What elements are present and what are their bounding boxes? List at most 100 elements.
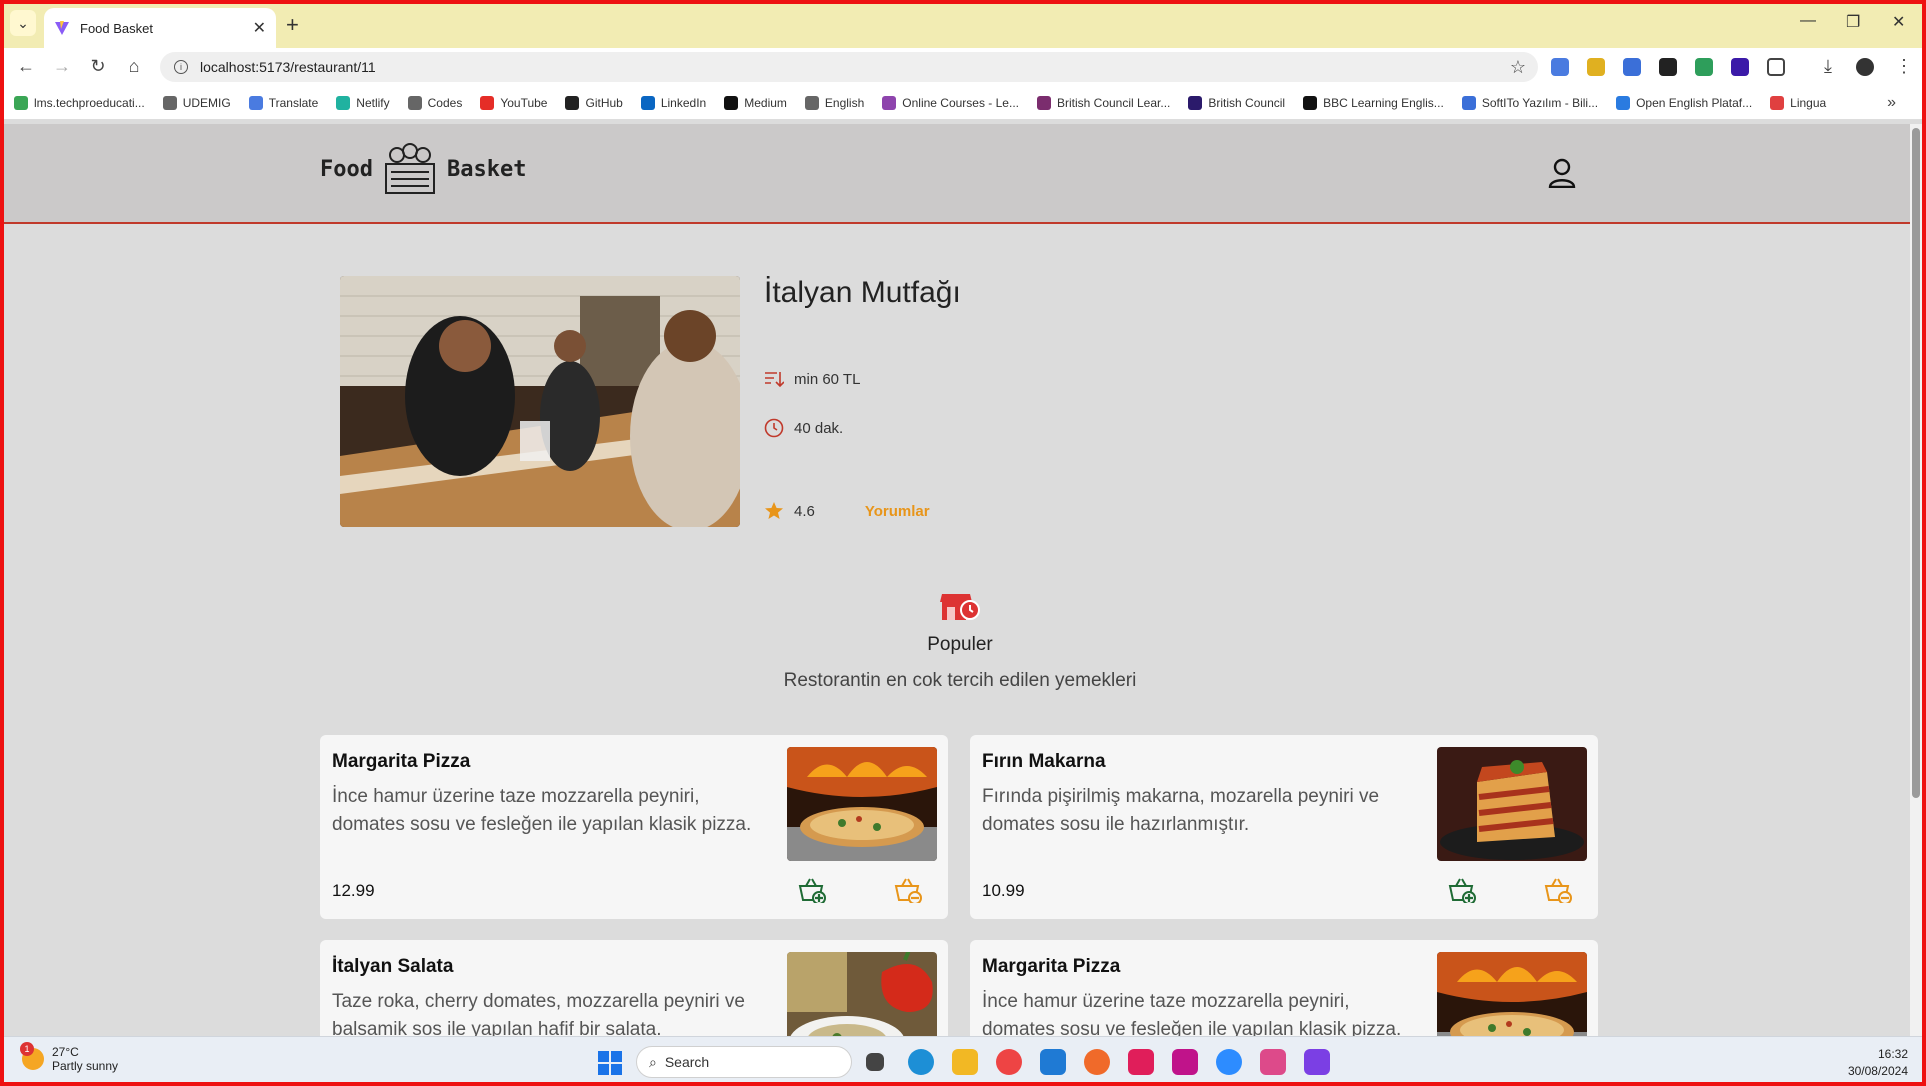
brand-logo[interactable]: Food Basket <box>320 142 526 196</box>
bookmark-item[interactable]: Netlify <box>336 95 390 110</box>
user-profile-icon[interactable] <box>1548 158 1576 188</box>
tab-food-basket[interactable]: Food Basket ✕ <box>44 8 276 48</box>
bookmark-favicon-icon <box>336 95 351 110</box>
page-scrollbar[interactable] <box>1910 124 1922 1036</box>
clock-time: 16:32 <box>1877 1047 1908 1061</box>
bookmark-item[interactable]: SoftITo Yazılım - Bili... <box>1461 95 1598 110</box>
restaurant-photo <box>340 276 740 527</box>
remove-from-basket-icon[interactable] <box>894 877 922 905</box>
bookmark-label: Lingua <box>1790 95 1827 110</box>
bookmark-item[interactable]: British Council Lear... <box>1036 95 1170 110</box>
menu-item-name: Margarita Pizza <box>332 751 471 772</box>
browser-menu-icon[interactable]: ⋮ <box>1892 56 1916 77</box>
extension-icon[interactable] <box>1731 58 1749 76</box>
add-to-basket-icon[interactable] <box>1448 877 1476 905</box>
bookmark-item[interactable]: British Council <box>1188 95 1285 110</box>
extensions-puzzle-icon[interactable] <box>1767 58 1785 76</box>
clock-icon <box>764 418 784 438</box>
bookmark-label: LinkedIn <box>660 95 707 110</box>
tab-search-dropdown-icon[interactable]: ⌄ <box>10 10 36 36</box>
address-bar[interactable]: i localhost:5173/restaurant/11 ☆ <box>160 52 1538 82</box>
menu-item-image <box>1437 747 1587 861</box>
eyedropper-extension-icon[interactable] <box>1659 58 1677 76</box>
bookmark-favicon-icon <box>162 95 177 110</box>
bookmark-item[interactable]: Codes <box>407 95 462 110</box>
menu-item-price: 10.99 <box>982 881 1025 900</box>
intellij-icon[interactable] <box>1172 1049 1198 1075</box>
vscode-icon[interactable] <box>1040 1049 1066 1075</box>
tab-close-icon[interactable]: ✕ <box>253 18 266 38</box>
weather-badge: 1 <box>20 1042 34 1056</box>
bookmark-favicon-icon <box>407 95 422 110</box>
bookmark-label: Medium <box>744 95 787 110</box>
bookmark-favicon-icon <box>1036 95 1051 110</box>
bookmark-label: GitHub <box>585 95 623 110</box>
bookmark-item[interactable]: YouTube <box>480 95 547 110</box>
browser-toolbar: ← → ↻ ⌂ i localhost:5173/restaurant/11 ☆… <box>0 48 1926 86</box>
bookmark-favicon-icon <box>882 95 897 110</box>
windows-start-icon[interactable] <box>598 1051 622 1075</box>
bookmark-favicon-icon <box>565 95 580 110</box>
bookmark-favicon-icon <box>1616 95 1631 110</box>
bookmark-favicon-icon <box>1461 95 1476 110</box>
new-tab-button[interactable]: + <box>286 12 299 38</box>
extension-icon[interactable] <box>1623 58 1641 76</box>
bookmark-item[interactable]: UDEMIG <box>162 95 231 110</box>
bookmark-star-icon[interactable]: ☆ <box>1510 57 1526 78</box>
add-to-basket-icon[interactable] <box>798 877 826 905</box>
zoom-icon[interactable] <box>1216 1049 1242 1075</box>
bootstrap-icon[interactable] <box>1304 1049 1330 1075</box>
menu-item-card[interactable]: Margarita Pizza İnce hamur üzerine taze m… <box>320 735 948 919</box>
minimize-button[interactable]: — <box>1800 12 1816 30</box>
reload-button[interactable]: ↻ <box>86 56 110 77</box>
bookmark-label: Translate <box>268 95 319 110</box>
bookmark-item[interactable]: Translate <box>248 95 319 110</box>
file-explorer-icon[interactable] <box>952 1049 978 1075</box>
restore-button[interactable]: ❐ <box>1846 12 1860 32</box>
weather-widget[interactable]: 1 27°C Partly sunny <box>20 1042 118 1073</box>
star-icon <box>765 502 783 519</box>
system-clock[interactable]: 16:32 30/08/2024 <box>1848 1046 1908 1080</box>
taskbar-search[interactable]: ⌕ Search <box>636 1046 852 1078</box>
bookmark-item[interactable]: Lingua <box>1770 95 1827 110</box>
menu-item-card[interactable]: Fırın Makarna Fırında pişirilmiş makarna,… <box>970 735 1598 919</box>
remove-from-basket-icon[interactable] <box>1544 877 1572 905</box>
bookmark-item[interactable]: GitHub <box>565 95 623 110</box>
bookmark-item[interactable]: English <box>804 95 864 110</box>
sort-descending-icon <box>765 372 784 388</box>
extension-icon[interactable] <box>1695 58 1713 76</box>
menu-item-name: Fırın Makarna <box>982 751 1106 772</box>
chrome-icon[interactable] <box>996 1049 1022 1075</box>
bookmark-item[interactable]: Open English Plataf... <box>1616 95 1752 110</box>
bookmark-item[interactable]: Medium <box>724 95 787 110</box>
bookmark-favicon-icon <box>14 95 28 110</box>
site-info-icon[interactable]: i <box>174 60 188 74</box>
slack-icon[interactable] <box>1128 1049 1154 1075</box>
translate-extension-icon[interactable] <box>1551 58 1569 76</box>
bookmark-favicon-icon <box>1770 95 1785 110</box>
weather-sun-icon: 1 <box>20 1042 44 1070</box>
bookmarks-overflow-icon[interactable]: » <box>1887 94 1896 112</box>
close-window-button[interactable]: ✕ <box>1892 12 1905 32</box>
download-icon[interactable]: ⤓ <box>1816 56 1840 77</box>
scrollbar-thumb[interactable] <box>1912 128 1920 798</box>
snipping-tool-icon[interactable] <box>1260 1049 1286 1075</box>
menu-item-image <box>787 747 937 861</box>
forward-button[interactable]: → <box>50 56 74 77</box>
task-view-icon[interactable] <box>866 1053 884 1071</box>
profile-avatar[interactable] <box>1856 58 1874 76</box>
reviews-link[interactable]: Yorumlar <box>865 503 930 520</box>
site-header: Food Basket <box>4 124 1916 224</box>
taskbar-search-label: Search <box>664 1054 710 1070</box>
bookmark-item[interactable]: LinkedIn <box>640 95 707 110</box>
bookmark-item[interactable]: BBC Learning Englis... <box>1303 95 1444 110</box>
postman-icon[interactable] <box>1084 1049 1110 1075</box>
extension-icon[interactable] <box>1587 58 1605 76</box>
home-button[interactable]: ⌂ <box>122 56 146 77</box>
edge-browser-icon[interactable] <box>908 1049 934 1075</box>
bookmark-label: UDEMIG <box>182 95 231 110</box>
bookmark-label: BBC Learning Englis... <box>1323 95 1444 110</box>
bookmark-item[interactable]: lms.techproeducati... <box>14 95 145 110</box>
back-button[interactable]: ← <box>14 56 38 77</box>
bookmark-item[interactable]: Online Courses - Le... <box>882 95 1019 110</box>
